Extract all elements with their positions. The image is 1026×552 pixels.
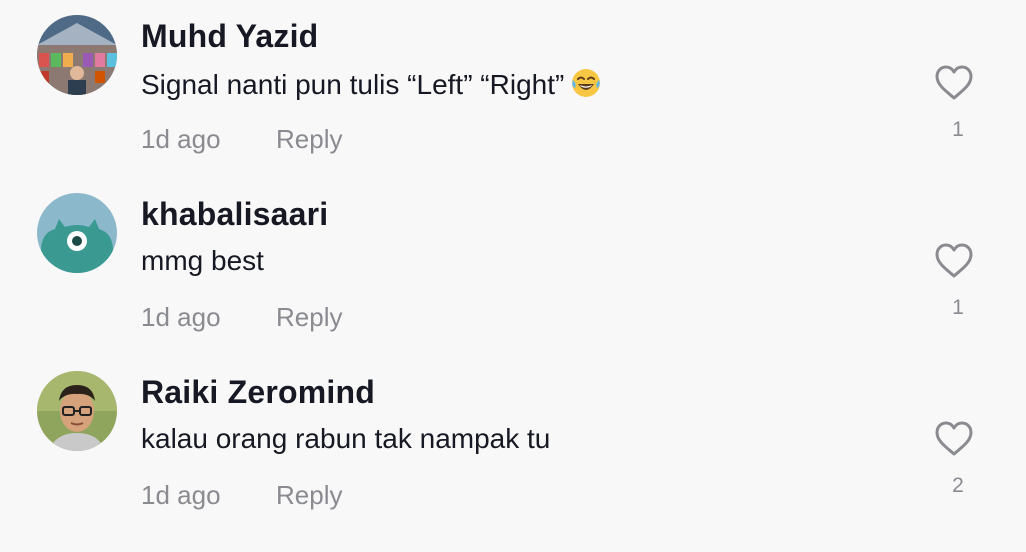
laughing-emoji-icon bbox=[570, 67, 602, 106]
reply-button[interactable]: Reply bbox=[276, 480, 342, 511]
heart-outline-icon[interactable] bbox=[934, 64, 974, 102]
comment-text-content: mmg best bbox=[141, 245, 264, 276]
like-count: 2 bbox=[952, 474, 964, 497]
heart-outline-icon[interactable] bbox=[934, 420, 974, 458]
default-avatar-monster-icon bbox=[37, 193, 117, 273]
like-count: 1 bbox=[952, 296, 964, 319]
comment-item: Muhd Yazid Signal nanti pun tulis “Left”… bbox=[0, 0, 1026, 170]
comment-timestamp: 1d ago bbox=[141, 480, 221, 510]
comment-timestamp: 1d ago bbox=[141, 302, 221, 332]
comment-item: Raiki Zeromind kalau orang rabun tak nam… bbox=[0, 356, 1026, 526]
user-avatar[interactable] bbox=[37, 371, 117, 451]
photo-avatar-person-icon bbox=[37, 371, 117, 451]
user-avatar[interactable] bbox=[37, 193, 117, 273]
comment-text: Signal nanti pun tulis “Left” “Right” bbox=[141, 67, 602, 106]
comment-item: khabalisaari mmg best 1d ago Reply 1 bbox=[0, 178, 1026, 348]
comment-text-content: Signal nanti pun tulis “Left” “Right” bbox=[141, 69, 565, 100]
heart-outline-icon[interactable] bbox=[934, 242, 974, 280]
comment-username[interactable]: khabalisaari bbox=[141, 196, 328, 233]
reply-button[interactable]: Reply bbox=[276, 302, 342, 333]
comment-text-content: kalau orang rabun tak nampak tu bbox=[141, 423, 551, 454]
comment-timestamp: 1d ago bbox=[141, 124, 221, 154]
like-count: 1 bbox=[952, 118, 964, 141]
comment-text: kalau orang rabun tak nampak tu bbox=[141, 423, 550, 455]
comment-text: mmg best bbox=[141, 245, 264, 277]
user-avatar[interactable] bbox=[37, 15, 117, 95]
avatar-photo-icon bbox=[37, 15, 117, 95]
comment-username[interactable]: Raiki Zeromind bbox=[141, 374, 375, 411]
reply-button[interactable]: Reply bbox=[276, 124, 342, 155]
comment-username[interactable]: Muhd Yazid bbox=[141, 18, 318, 55]
